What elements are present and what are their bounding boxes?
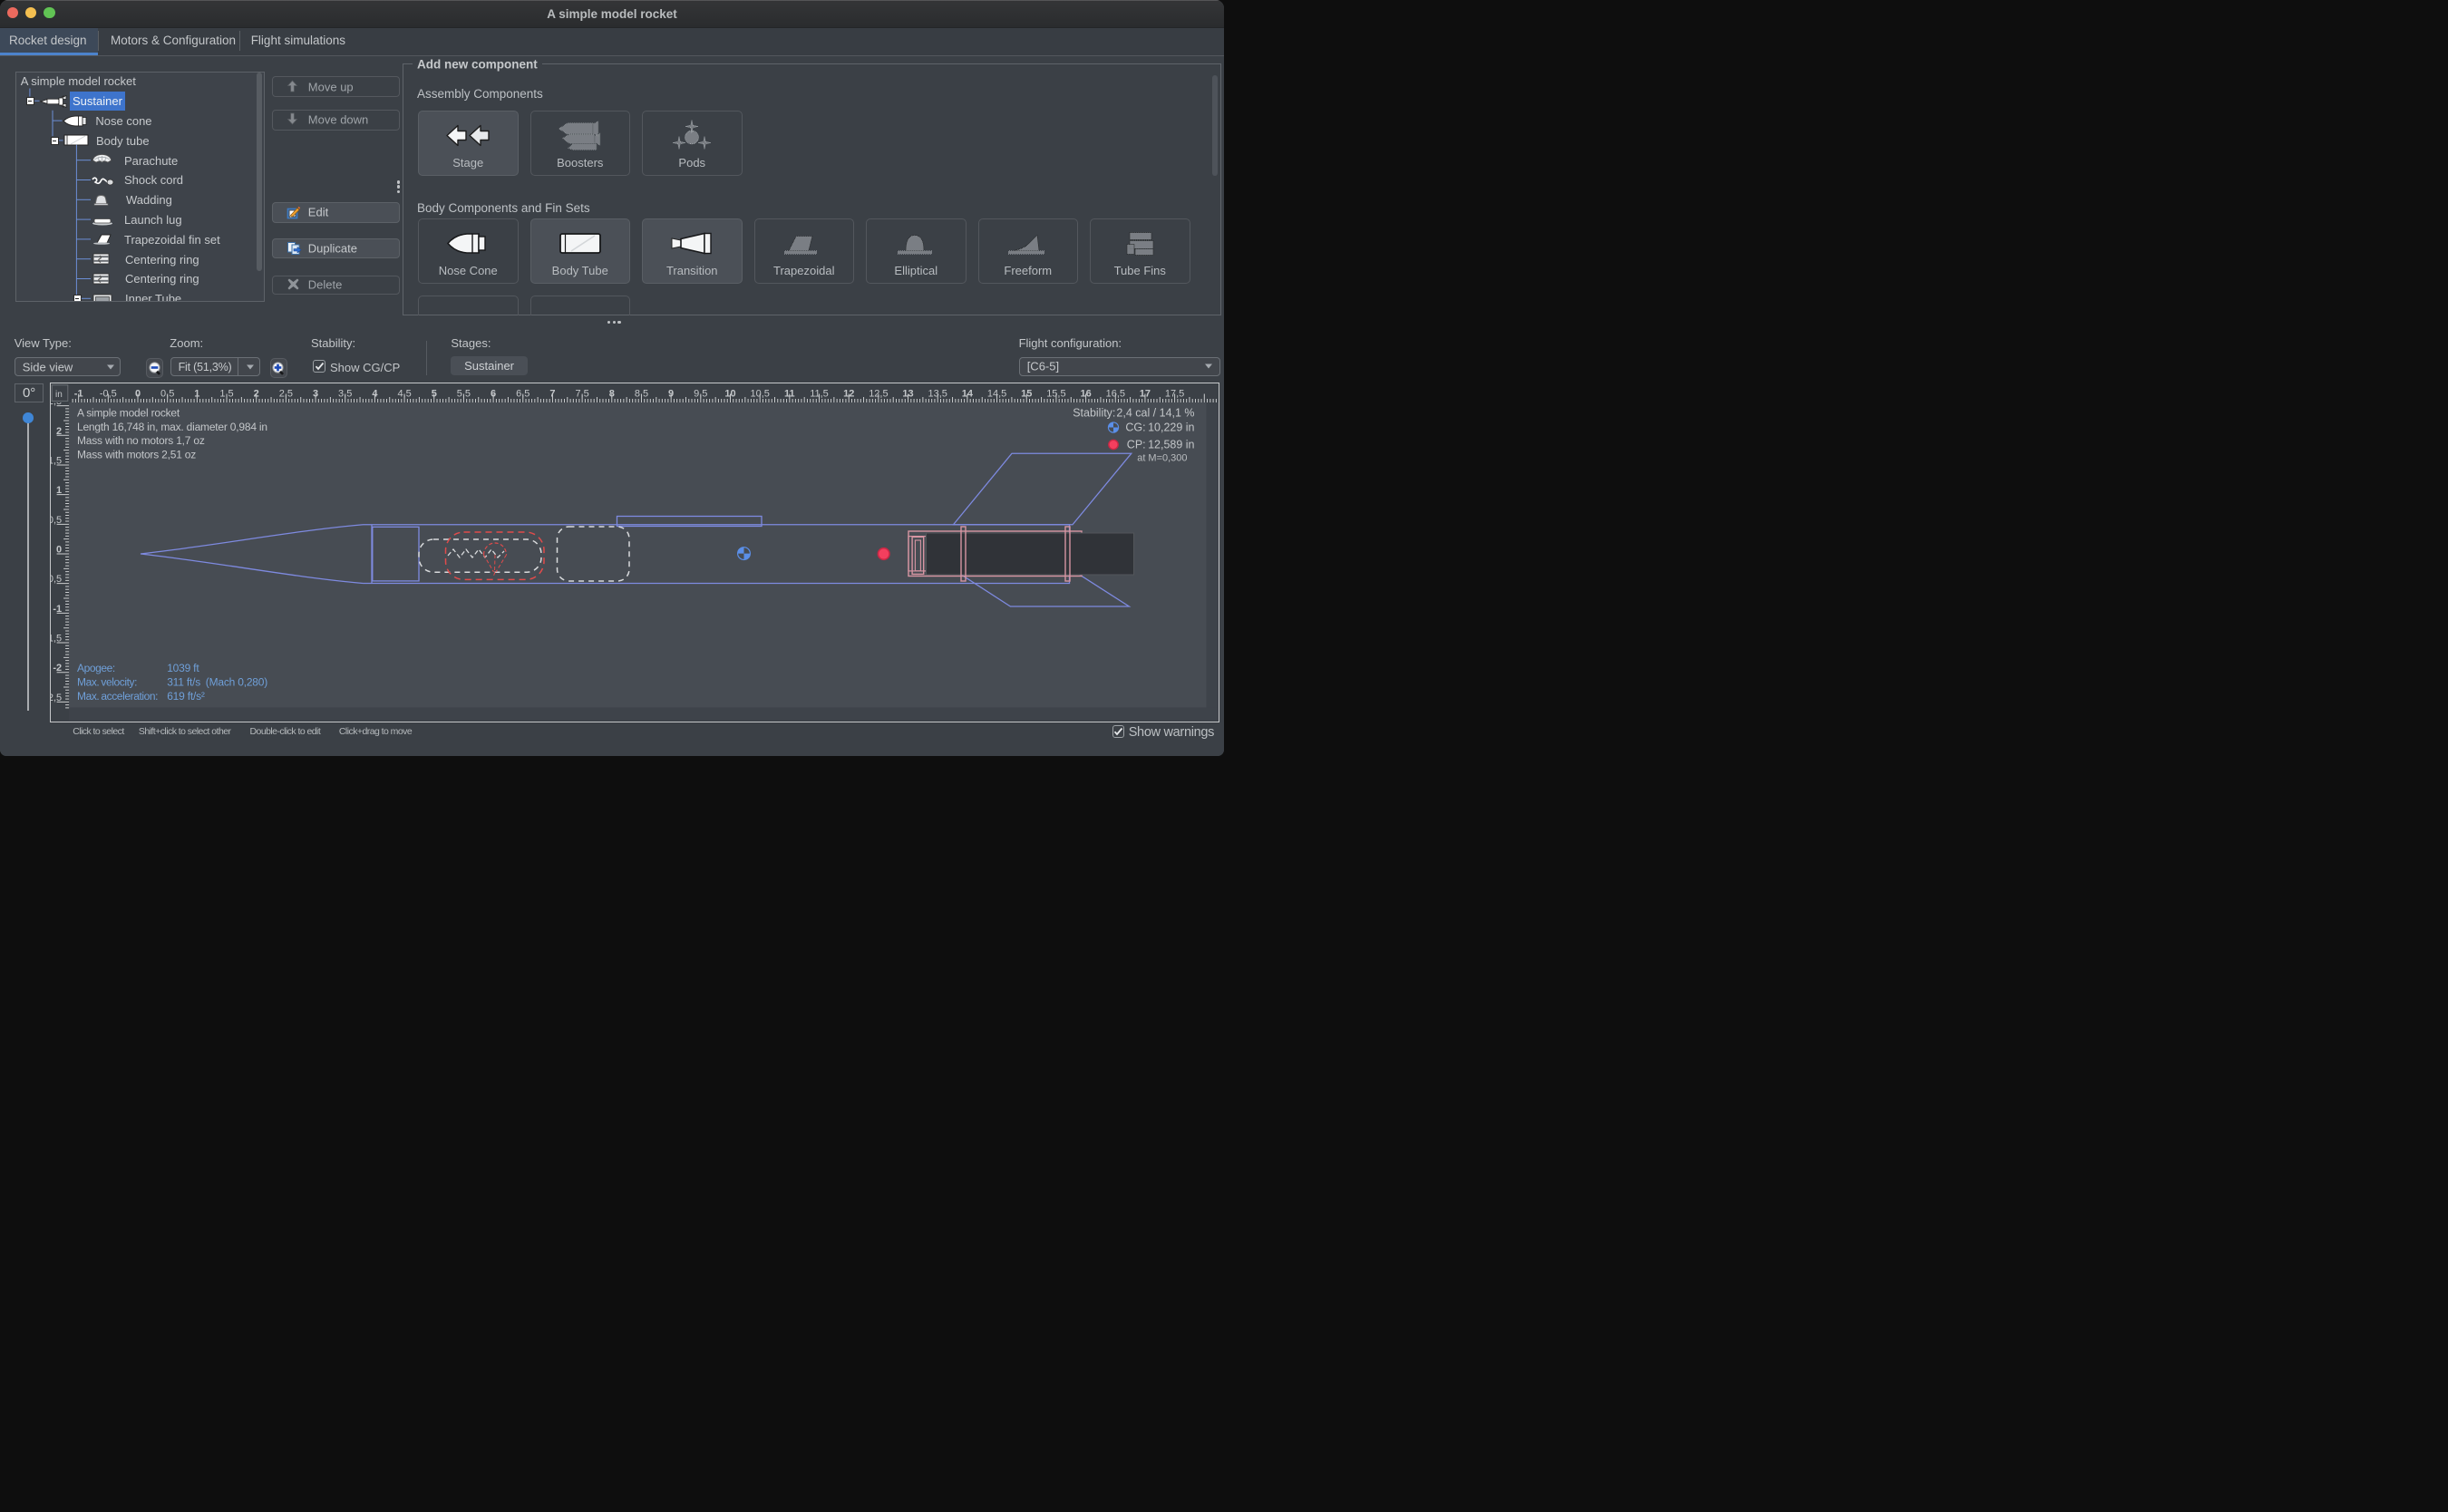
svg-text:17,5: 17,5 [1165, 388, 1184, 399]
svg-text:0,5: 0,5 [160, 388, 174, 399]
svg-text:-0,5: -0,5 [100, 388, 117, 399]
svg-text:2: 2 [56, 425, 62, 436]
svg-text:Max. velocity:: Max. velocity: [77, 675, 137, 688]
svg-text:8,5: 8,5 [635, 388, 648, 399]
svg-text:0: 0 [135, 388, 141, 399]
svg-text:6,5: 6,5 [516, 388, 529, 399]
svg-text:5,5: 5,5 [457, 388, 471, 399]
svg-text:15,5: 15,5 [1046, 388, 1065, 399]
svg-text:6: 6 [491, 388, 496, 399]
svg-text:1: 1 [56, 485, 62, 496]
svg-text:-2: -2 [53, 663, 62, 674]
svg-text:3: 3 [313, 388, 318, 399]
svg-text:1,5: 1,5 [219, 388, 233, 399]
svg-text:4: 4 [372, 388, 378, 399]
svg-text:311 ft/s (Mach 0,280): 311 ft/s (Mach 0,280) [167, 675, 267, 688]
svg-text:-1,5: -1,5 [51, 633, 62, 644]
svg-text:-0,5: -0,5 [51, 574, 62, 585]
svg-text:4,5: 4,5 [397, 388, 411, 399]
svg-text:Mass with no motors 1,7 oz: Mass with no motors 1,7 oz [77, 434, 205, 447]
svg-text:CG: 10,229 in: CG: 10,229 in [1125, 421, 1194, 433]
svg-text:9,5: 9,5 [694, 388, 707, 399]
svg-text:-1: -1 [74, 388, 83, 399]
svg-text:16,5: 16,5 [1105, 388, 1124, 399]
svg-text:0,5: 0,5 [51, 514, 62, 525]
svg-text:in: in [55, 389, 63, 399]
svg-text:11: 11 [784, 388, 795, 399]
svg-text:13,5: 13,5 [928, 388, 947, 399]
svg-text:15: 15 [1021, 388, 1032, 399]
svg-text:-1: -1 [53, 603, 62, 614]
svg-text:11,5: 11,5 [810, 388, 829, 399]
svg-text:1,5: 1,5 [51, 455, 62, 466]
svg-text:CP: 12,589 in: CP: 12,589 in [1127, 438, 1195, 451]
svg-text:2: 2 [253, 388, 258, 399]
svg-text:0: 0 [56, 544, 62, 555]
svg-text:3,5: 3,5 [338, 388, 352, 399]
svg-text:14: 14 [962, 388, 974, 399]
svg-text:at M=0,300: at M=0,300 [1137, 452, 1187, 463]
svg-text:Mass with motors 2,51 oz: Mass with motors 2,51 oz [77, 448, 196, 460]
svg-text:1039 ft: 1039 ft [167, 661, 199, 674]
svg-text:619 ft/s²: 619 ft/s² [167, 689, 205, 702]
svg-text:Stability: 2,4 cal / 14,1 %: Stability: 2,4 cal / 14,1 % [1073, 406, 1194, 419]
svg-text:12,5: 12,5 [869, 388, 888, 399]
svg-text:10,5: 10,5 [750, 388, 769, 399]
svg-text:10: 10 [724, 388, 735, 399]
svg-text:-2,5: -2,5 [51, 692, 62, 703]
svg-text:13: 13 [902, 388, 913, 399]
svg-text:8: 8 [609, 388, 615, 399]
svg-text:12: 12 [843, 388, 854, 399]
svg-text:5: 5 [432, 388, 437, 399]
svg-text:16: 16 [1080, 388, 1091, 399]
svg-text:7,5: 7,5 [575, 388, 588, 399]
svg-text:Max. acceleration:: Max. acceleration: [77, 689, 158, 702]
svg-text:2,5: 2,5 [279, 388, 293, 399]
svg-text:1: 1 [194, 388, 199, 399]
svg-text:14,5: 14,5 [987, 388, 1006, 399]
svg-text:Apogee:: Apogee: [77, 661, 115, 674]
svg-text:9: 9 [668, 388, 674, 399]
svg-text:A simple model rocket: A simple model rocket [77, 406, 180, 419]
svg-text:7: 7 [549, 388, 555, 399]
svg-text:Length 16,748 in, max. diamete: Length 16,748 in, max. diameter 0,984 in [77, 420, 267, 432]
svg-text:17: 17 [1140, 388, 1151, 399]
